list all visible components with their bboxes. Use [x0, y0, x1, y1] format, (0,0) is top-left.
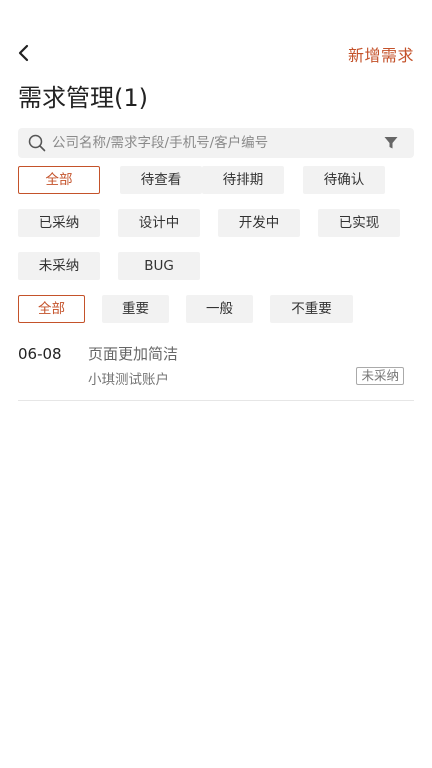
item-title: 页面更加简洁	[88, 345, 179, 363]
status-filter-pending-view[interactable]: 待查看	[120, 166, 202, 194]
status-filter-designing[interactable]: 设计中	[118, 209, 200, 237]
status-filter-rejected[interactable]: 未采纳	[18, 252, 100, 280]
search-icon	[28, 134, 46, 152]
search-input[interactable]	[52, 128, 372, 158]
priority-filter-all[interactable]: 全部	[18, 295, 85, 323]
chevron-left-icon	[18, 44, 29, 62]
status-badge: 未采纳	[356, 367, 404, 385]
status-filter-adopted[interactable]: 已采纳	[18, 209, 100, 237]
status-filter-all[interactable]: 全部	[18, 166, 100, 194]
status-filter-developing[interactable]: 开发中	[218, 209, 300, 237]
list-item[interactable]: 06-08 页面更加简洁 小琪测试账户 未采纳	[18, 342, 414, 401]
item-date: 06-08	[18, 345, 62, 363]
filter-icon[interactable]	[384, 136, 398, 150]
search-bar	[18, 128, 414, 158]
back-button[interactable]	[14, 42, 36, 64]
priority-filter-normal[interactable]: 一般	[186, 295, 253, 323]
page-title: 需求管理(1)	[18, 84, 148, 112]
item-account: 小琪测试账户	[88, 372, 169, 388]
add-requirement-button[interactable]: 新增需求	[348, 42, 414, 66]
top-bar: 新增需求	[0, 38, 432, 70]
status-filter-pending-confirm[interactable]: 待确认	[303, 166, 385, 194]
status-filter-implemented[interactable]: 已实现	[318, 209, 400, 237]
status-filter-pending-schedule[interactable]: 待排期	[202, 166, 284, 194]
status-filter-bug[interactable]: BUG	[118, 252, 200, 280]
priority-filter-unimportant[interactable]: 不重要	[270, 295, 353, 323]
priority-filter-important[interactable]: 重要	[102, 295, 169, 323]
